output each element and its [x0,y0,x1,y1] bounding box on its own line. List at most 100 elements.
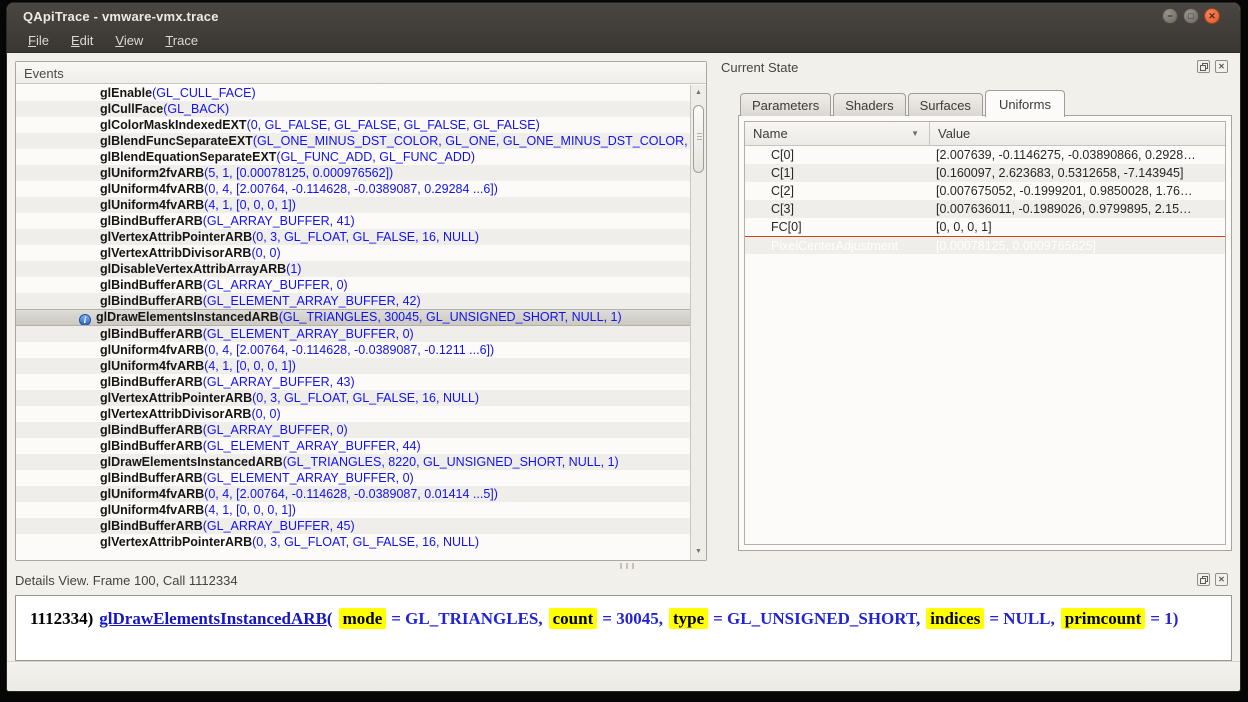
state-tabs: Parameters Shaders Surfaces Uniforms [740,88,1067,116]
event-row[interactable]: glBindBufferARB(GL_ARRAY_BUFFER, 0) [16,422,690,438]
dock-float-button[interactable] [1197,60,1210,73]
sort-desc-icon: ▼ [911,129,919,138]
event-function: glVertexAttribDivisorARB [100,407,251,421]
event-row[interactable]: glBindBufferARB(GL_ARRAY_BUFFER, 0) [16,277,690,293]
event-row[interactable]: glUniform4fvARB(0, 4, [2.00764, -0.11462… [16,486,690,502]
event-function: glBindBufferARB [100,214,203,228]
event-row[interactable]: glUniform4fvARB(4, 1, [0, 0, 0, 1]) [16,502,690,518]
info-icon [79,314,91,326]
event-args: (4, 1, [0, 0, 0, 1]) [204,359,296,373]
tab[interactable]: Shaders [833,93,905,116]
event-row[interactable]: glVertexAttribPointerARB(0, 3, GL_FLOAT,… [16,390,690,406]
arg-name: indices [926,608,984,629]
events-list[interactable]: glEnable(GL_CULL_FACE) glCullFace(GL_BAC… [16,85,690,560]
event-row[interactable]: glVertexAttribPointerARB(0, 3, GL_FLOAT,… [16,229,690,245]
event-row[interactable]: glEnable(GL_CULL_FACE) [16,85,690,101]
tab[interactable]: Surfaces [908,93,983,116]
scroll-down-icon[interactable]: ▼ [691,544,706,560]
close-button[interactable]: ✕ [1204,8,1220,24]
uniform-row[interactable]: FC[0][0, 0, 0, 1] [745,218,1225,236]
window-controls: − □ ✕ [1162,8,1220,24]
uniform-row[interactable]: C[3][0.007636011, -0.1989026, 0.9799895,… [745,200,1225,218]
arg-name: count [549,608,598,629]
event-function: glBindBufferARB [100,471,203,485]
event-function: glBindBufferARB [100,278,203,292]
dock-float-icon [1200,63,1208,71]
event-row[interactable]: glColorMaskIndexedEXT(0, GL_FALSE, GL_FA… [16,117,690,133]
uniform-row[interactable]: C[2][0.007675052, -0.1999201, 0.9850028,… [745,182,1225,200]
uniform-row[interactable]: C[1][0.160097, 2.623683, 0.5312658, -7.1… [745,164,1225,182]
uniform-name: FC[0] [745,218,930,236]
menu-item[interactable]: File [17,30,60,51]
menu-item[interactable]: Edit [60,30,104,51]
arg-value: = NULL, [989,609,1054,628]
dock-float-button[interactable] [1197,573,1210,586]
uniform-row[interactable]: C[0][2.007639, -0.1146275, -0.03890866, … [745,146,1225,164]
event-row[interactable]: glVertexAttribPointerARB(0, 3, GL_FLOAT,… [16,534,690,550]
event-row[interactable]: glBlendEquationSeparateEXT(GL_FUNC_ADD, … [16,149,690,165]
event-args: (GL_ELEMENT_ARRAY_BUFFER, 42) [203,294,421,308]
event-row[interactable]: glUniform4fvARB(0, 4, [2.00764, -0.11462… [16,342,690,358]
tab[interactable]: Parameters [740,93,831,116]
event-row[interactable]: glUniform4fvARB(4, 1, [0, 0, 0, 1]) [16,197,690,213]
minimize-button[interactable]: − [1162,8,1178,24]
uniform-row[interactable]: PixelCenterAdjustment[0.00078125, 0.0009… [745,236,1225,254]
column-header-name[interactable]: Name ▼ [745,122,930,145]
uniforms-table: Name ▼ Value C[0][2.007639, -0.1146275, … [744,121,1226,545]
event-function: glDisableVertexAttribArrayARB [100,262,286,276]
arg-value: = GL_TRIANGLES, [391,609,542,628]
event-row[interactable]: glBindBufferARB(GL_ELEMENT_ARRAY_BUFFER,… [16,470,690,486]
event-row[interactable]: glBindBufferARB(GL_ELEMENT_ARRAY_BUFFER,… [16,438,690,454]
event-args: (0, 4, [2.00764, -0.114628, -0.0389087, … [204,487,498,501]
event-row[interactable]: glUniform4fvARB(4, 1, [0, 0, 0, 1]) [16,358,690,374]
event-function: glDrawElementsInstancedARB [100,455,283,469]
event-function: glUniform4fvARB [100,343,204,357]
events-dock-title: Events [16,62,706,84]
event-row[interactable]: glBindBufferARB(GL_ARRAY_BUFFER, 41) [16,213,690,229]
event-function: glBindBufferARB [100,423,203,437]
event-row[interactable]: glCullFace(GL_BACK) [16,101,690,117]
scroll-up-icon[interactable]: ▲ [691,85,706,101]
event-row[interactable]: glDrawElementsInstancedARB(GL_TRIANGLES,… [16,309,690,326]
event-args: (GL_ARRAY_BUFFER, 43) [203,375,355,389]
event-row[interactable]: glBindBufferARB(GL_ELEMENT_ARRAY_BUFFER,… [16,326,690,342]
uniform-name: C[1] [745,164,930,182]
event-args: (GL_ELEMENT_ARRAY_BUFFER, 44) [203,439,421,453]
uniform-name: C[0] [745,146,930,164]
event-function: glColorMaskIndexedEXT [100,118,247,132]
event-row[interactable]: glBindBufferARB(GL_ARRAY_BUFFER, 45) [16,518,690,534]
events-scrollbar[interactable]: ▲ ▼ [690,85,706,560]
menu-item[interactable]: Trace [154,30,209,51]
maximize-button[interactable]: □ [1183,8,1199,24]
event-row[interactable]: glBindBufferARB(GL_ELEMENT_ARRAY_BUFFER,… [16,293,690,309]
event-row[interactable]: glUniform2fvARB(5, 1, [0.00078125, 0.000… [16,165,690,181]
event-function: glDrawElementsInstancedARB [96,310,279,324]
event-row[interactable]: glBindBufferARB(GL_ARRAY_BUFFER, 43) [16,374,690,390]
event-row[interactable]: glDisableVertexAttribArrayARB(1) [16,261,690,277]
event-args: (0, 3, GL_FLOAT, GL_FALSE, 16, NULL) [252,391,479,405]
splitter-handle[interactable] [620,563,634,569]
event-row[interactable]: glBlendFuncSeparateEXT(GL_ONE_MINUS_DST_… [16,133,690,149]
event-row[interactable]: glVertexAttribDivisorARB(0, 0) [16,406,690,422]
event-function: glUniform4fvARB [100,503,204,517]
scrollbar-thumb[interactable] [693,105,704,173]
tab[interactable]: Uniforms [985,90,1065,117]
event-args: (GL_ONE_MINUS_DST_COLOR, GL_ONE, GL_ONE_… [253,134,690,148]
menu-item[interactable]: View [104,30,154,51]
dock-close-icon: ✕ [1218,63,1225,71]
event-function: glUniform2fvARB [100,166,204,180]
event-row[interactable]: glUniform4fvARB(0, 4, [2.00764, -0.11462… [16,181,690,197]
event-function: glBlendFuncSeparateEXT [100,134,253,148]
event-function: glBindBufferARB [100,375,203,389]
event-row[interactable]: glDrawElementsInstancedARB(GL_TRIANGLES,… [16,454,690,470]
dock-close-button[interactable]: ✕ [1215,573,1228,586]
column-header-value[interactable]: Value [930,122,1225,145]
titlebar[interactable]: QApiTrace - vmware-vmx.trace − □ ✕ [7,3,1240,29]
dock-close-button[interactable]: ✕ [1215,60,1228,73]
details-view: 1112334)glDrawElementsInstancedARB(mode=… [15,595,1232,661]
event-args: (GL_TRIANGLES, 8220, GL_UNSIGNED_SHORT, … [283,455,619,469]
event-args: (5, 1, [0.00078125, 0.000976562]) [204,166,393,180]
uniform-value: [0, 0, 0, 1] [930,218,1225,236]
event-row[interactable]: glVertexAttribDivisorARB(0, 0) [16,245,690,261]
call-function-link[interactable]: glDrawElementsInstancedARB [99,609,327,628]
